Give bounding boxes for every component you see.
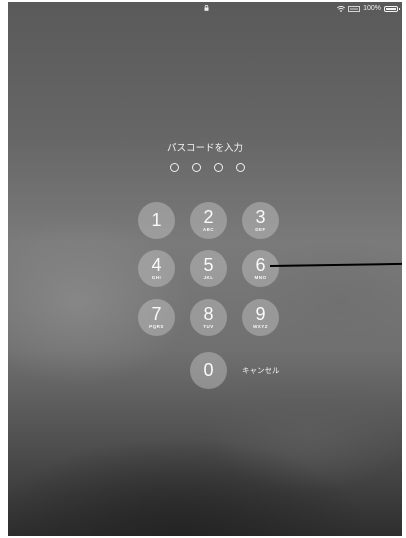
passcode-dot [170,163,179,172]
key-letters: GHI [151,275,162,280]
passcode-prompt: パスコードを入力 [166,143,243,154]
signal-icon [348,6,360,12]
key-7[interactable]: 7 PQRS [138,299,175,336]
key-3[interactable]: 3 DEF [242,202,279,239]
key-letters: MNO [254,275,267,280]
status-bar: 100% [8,2,402,16]
key-digit: 5 [203,255,214,275]
key-digit: 3 [255,207,266,227]
key-letters: DEF [255,227,266,232]
key-letters: PQRS [149,324,164,329]
key-digit: 9 [255,304,266,324]
cancel-button[interactable]: キャンセル [242,366,280,376]
battery-icon [384,6,400,12]
passcode-dot [236,163,245,172]
lock-screen: 100% パスコードを入力 1 2 ABC 3 DEF 4 GHI 5 JKL … [8,2,402,536]
key-digit: 7 [151,304,162,324]
key-0[interactable]: 0 [190,352,227,389]
passcode-dot [192,163,201,172]
annotation-pointer-line [269,262,402,267]
key-1[interactable]: 1 [138,202,175,239]
lock-icon [204,5,209,11]
key-digit: 8 [203,304,214,324]
battery-percent: 100% [363,5,381,12]
key-2[interactable]: 2 ABC [190,202,227,239]
key-8[interactable]: 8 TUV [190,299,227,336]
key-6[interactable]: 6 MNO [242,250,279,287]
status-indicators: 100% [337,4,400,14]
key-9[interactable]: 9 WXYZ [242,299,279,336]
key-digit: 0 [203,360,214,380]
key-5[interactable]: 5 JKL [190,250,227,287]
key-letters: TUV [203,324,214,329]
key-letters: JKL [203,275,214,280]
key-digit: 1 [151,210,162,230]
key-letters: ABC [202,227,215,232]
key-4[interactable]: 4 GHI [138,250,175,287]
key-digit: 4 [151,255,162,275]
passcode-dots [170,163,246,172]
key-letters: WXYZ [253,324,268,329]
wifi-icon [337,6,346,12]
key-digit: 2 [203,207,214,227]
passcode-dot [214,163,223,172]
